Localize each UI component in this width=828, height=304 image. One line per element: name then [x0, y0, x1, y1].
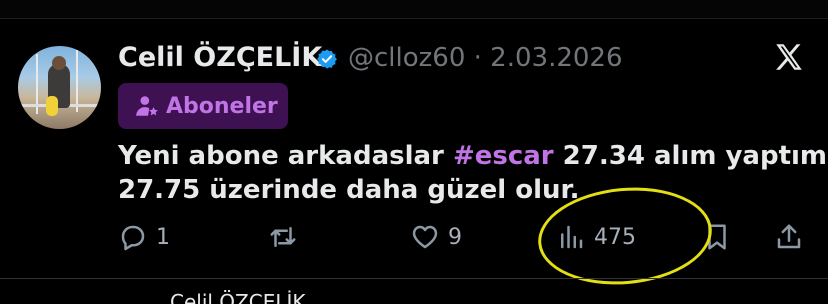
heart-icon: [412, 225, 438, 249]
avatar-child: [46, 96, 58, 116]
like-button[interactable]: 9: [410, 222, 462, 252]
repost-button[interactable]: [268, 222, 298, 252]
author-handle-date[interactable]: @clloz60 · 2.03.2026: [348, 43, 623, 73]
share-button[interactable]: [774, 222, 804, 252]
reply-count: 1: [156, 224, 170, 250]
next-tweet-author: Celil ÖZÇELİK: [170, 290, 306, 304]
divider: [0, 278, 828, 279]
subscribers-badge[interactable]: Aboneler: [118, 83, 288, 129]
repost-icon: [270, 227, 296, 247]
reply-button[interactable]: 1: [118, 222, 170, 252]
hashtag-link[interactable]: #escar: [453, 141, 554, 171]
tweet-text-part: 27.34 alım yaptım: [553, 141, 828, 171]
avatar[interactable]: [18, 46, 101, 129]
tweet-text-part: Yeni abone arkadaslar: [118, 141, 453, 171]
reply-icon: [121, 225, 145, 251]
subscribers-label: Aboneler: [166, 93, 278, 119]
like-count: 9: [448, 224, 462, 250]
previous-item-edge: [0, 0, 828, 19]
share-icon: [777, 224, 801, 249]
avatar-head: [52, 56, 66, 70]
subscriber-person-icon: [136, 96, 158, 116]
avatar-mast: [76, 50, 78, 112]
tweet-text: Yeni abone arkadaslar #escar 27.34 alım …: [118, 139, 827, 207]
verified-badge-icon: [317, 49, 337, 69]
author-name[interactable]: Celil ÖZÇELİK: [118, 42, 322, 73]
x-logo-icon[interactable]: [772, 40, 806, 74]
tweet-text-line: 27.75 üzerinde daha güzel olur.: [118, 175, 580, 205]
